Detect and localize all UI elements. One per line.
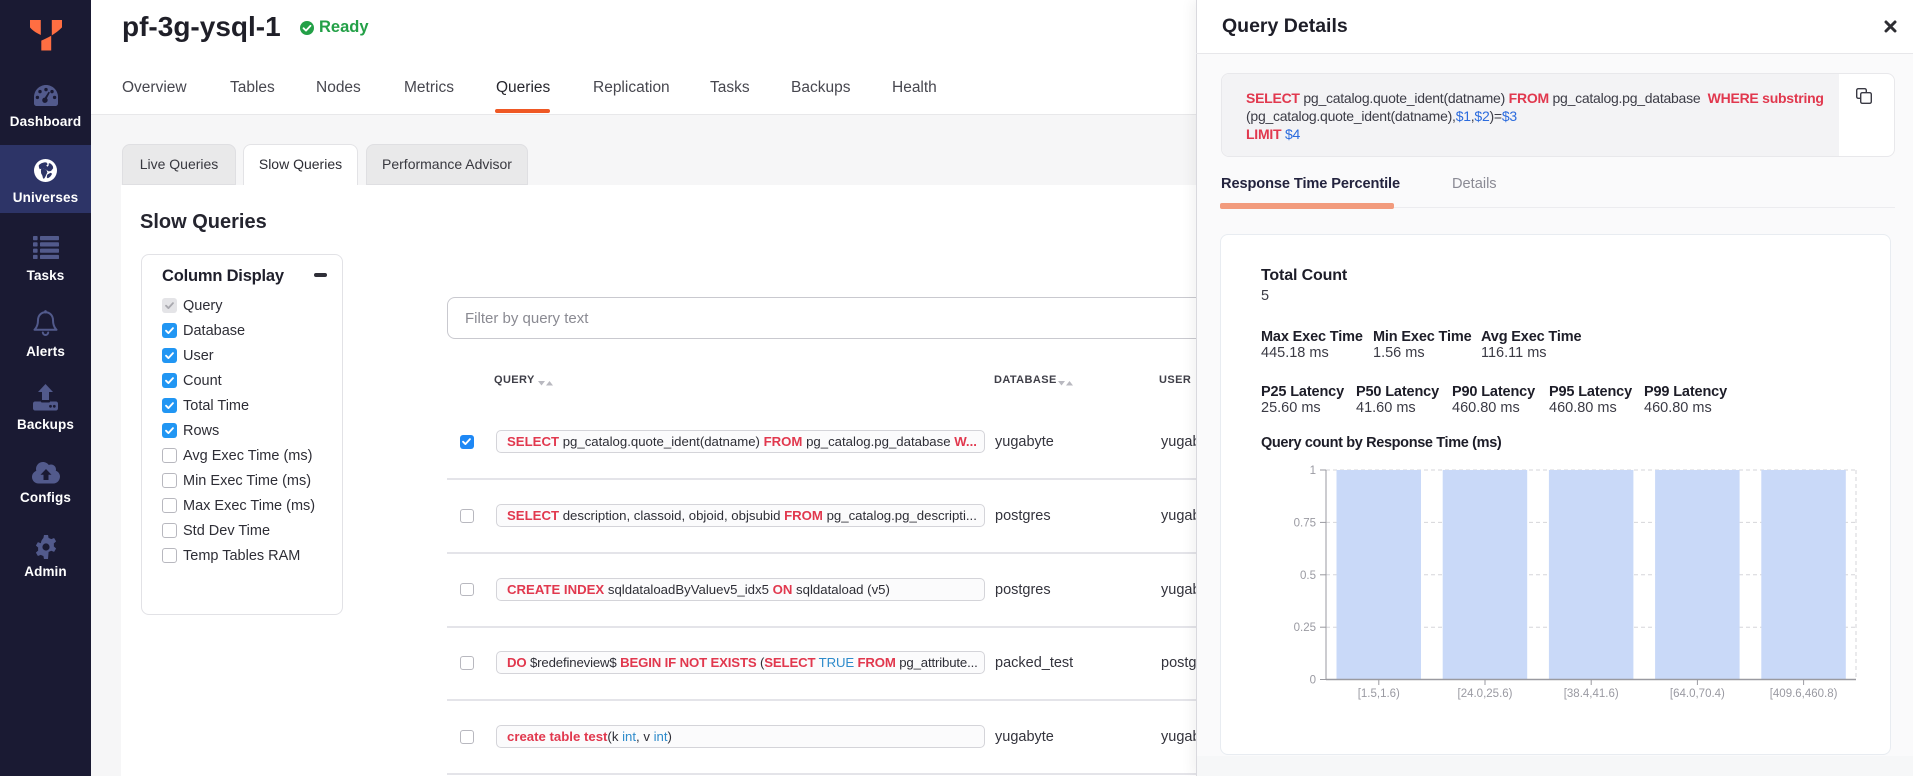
svg-text:0.5: 0.5 xyxy=(1300,570,1316,582)
svg-text:1: 1 xyxy=(1310,465,1316,477)
svg-text:[24.0,25.6): [24.0,25.6) xyxy=(1458,688,1513,700)
svg-text:[409.6,460.8): [409.6,460.8) xyxy=(1770,688,1838,700)
svg-text:[1.5,1.6): [1.5,1.6) xyxy=(1358,688,1400,700)
svg-text:0.75: 0.75 xyxy=(1294,517,1316,529)
svg-text:[38.4,41.6): [38.4,41.6) xyxy=(1564,688,1619,700)
svg-text:[64.0,70.4): [64.0,70.4) xyxy=(1670,688,1725,700)
svg-text:0.25: 0.25 xyxy=(1294,622,1316,634)
svg-text:0: 0 xyxy=(1310,675,1316,687)
